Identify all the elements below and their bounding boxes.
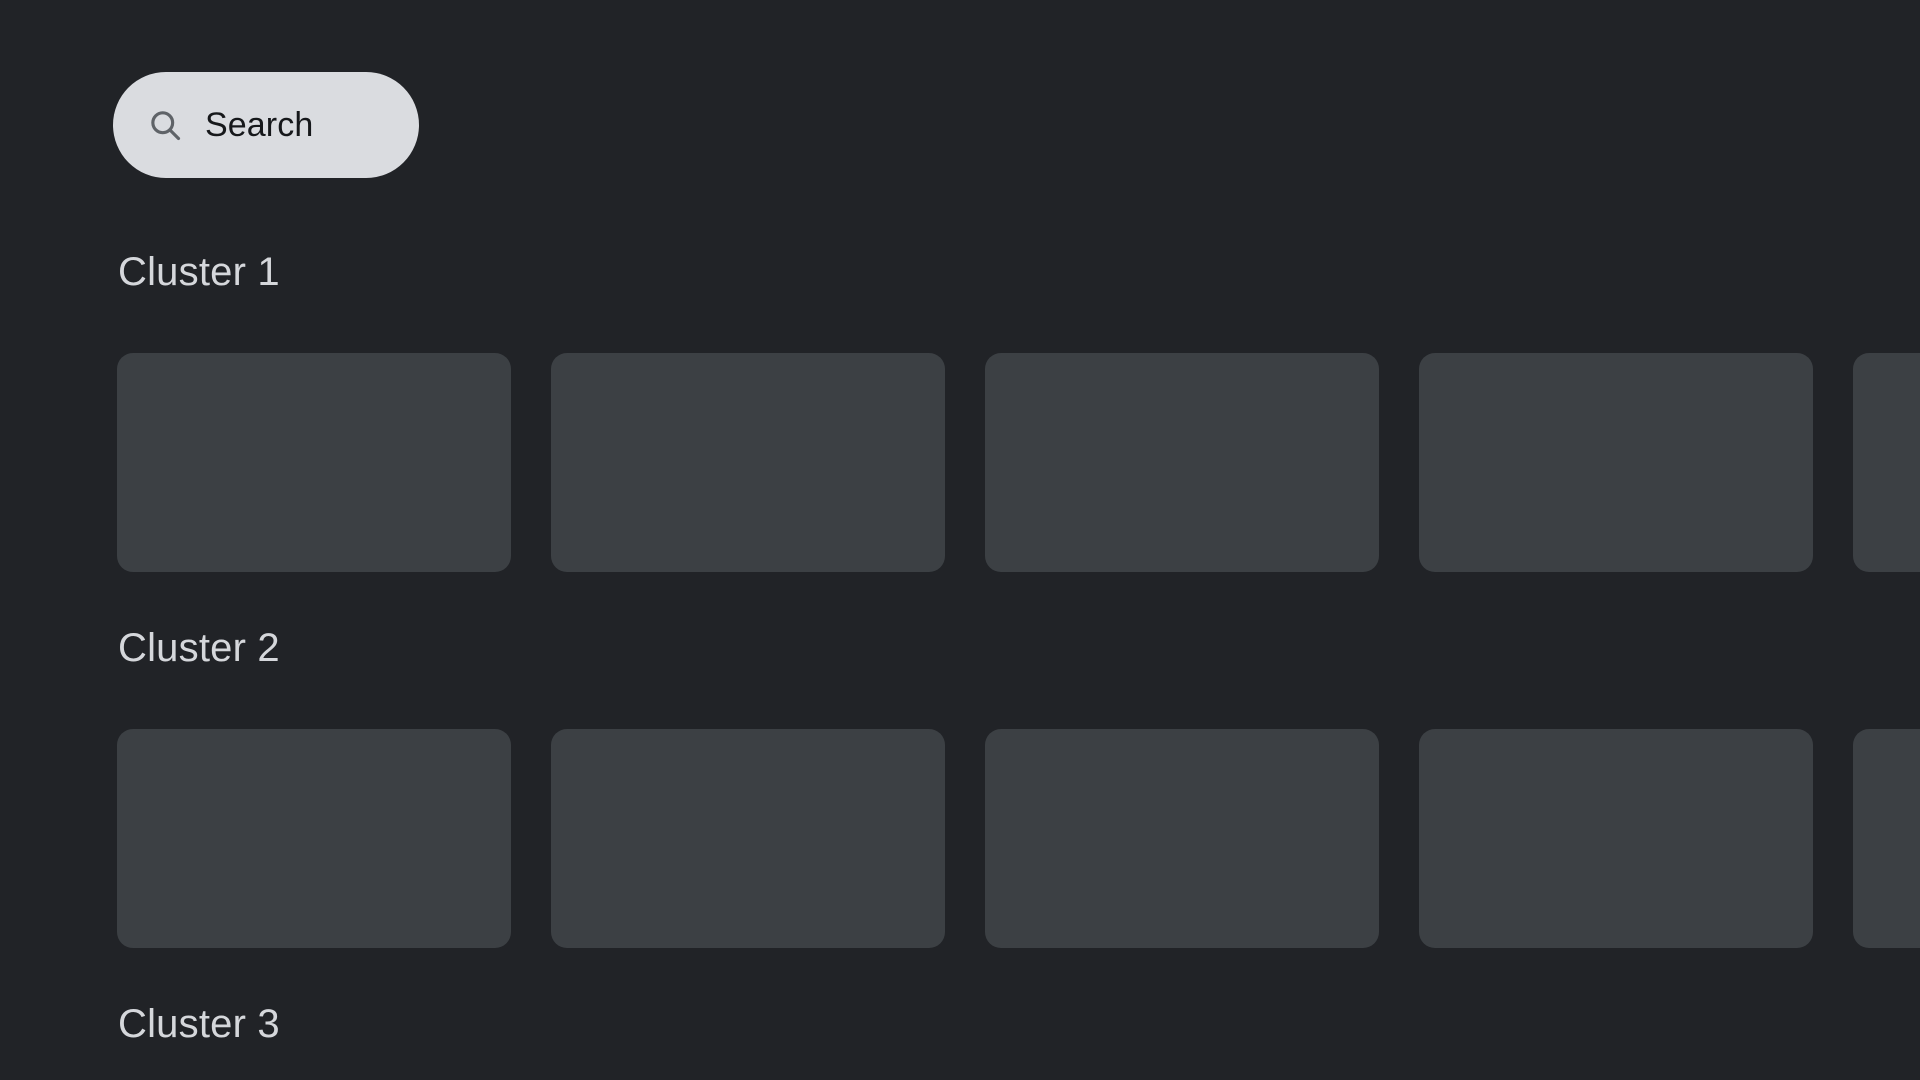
cluster-card[interactable] [1853,353,1920,572]
cluster-title: Cluster 1 [118,250,280,294]
cluster-card[interactable] [1853,729,1920,948]
card-row[interactable] [0,353,1920,572]
search-placeholder-label: Search [205,106,314,144]
cluster-card[interactable] [985,729,1379,948]
cluster-card[interactable] [1419,729,1813,948]
cluster-card[interactable] [985,353,1379,572]
cluster-card[interactable] [551,729,945,948]
cluster-card[interactable] [1419,353,1813,572]
cluster-section-1: Cluster 1 [0,248,1920,572]
cluster-section-2: Cluster 2 [0,624,1920,948]
cluster-section-3: Cluster 3 [0,1000,1920,1048]
card-row[interactable] [0,729,1920,948]
cluster-title: Cluster 2 [118,626,280,670]
search-icon [147,107,183,143]
cluster-title: Cluster 3 [118,1002,280,1046]
cluster-card[interactable] [551,353,945,572]
search-input[interactable]: Search [113,72,419,178]
app-screen: Search Cluster 1 Cluster 2 Cluster 3 [0,0,1920,1080]
cluster-card[interactable] [117,353,511,572]
cluster-card[interactable] [117,729,511,948]
cluster-list: Cluster 1 Cluster 2 Cluster 3 [0,248,1920,1048]
